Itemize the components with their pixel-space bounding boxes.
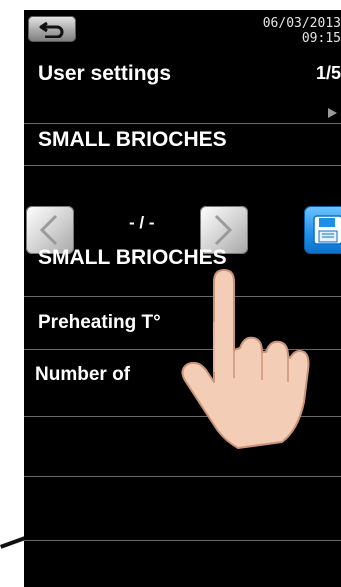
separator	[24, 540, 341, 541]
chevron-right-icon	[214, 214, 233, 246]
save-button[interactable]	[304, 206, 341, 254]
floppy-disk-icon	[313, 215, 341, 245]
preheating-temp-label[interactable]: Preheating T°	[38, 312, 161, 334]
device-frame: 06/03/2013 09:15 User settings 1/5 SMALL…	[0, 0, 341, 587]
separator	[24, 123, 341, 124]
time-text: 09:15	[301, 31, 341, 46]
page-indicator: 1/5	[315, 63, 341, 83]
back-arrow-icon	[39, 21, 64, 38]
separator	[24, 165, 341, 166]
chevron-left-icon	[39, 214, 58, 246]
date-text: 06/03/2013	[262, 16, 341, 31]
play-arrow-icon[interactable]	[328, 108, 337, 118]
separator	[24, 476, 341, 477]
hand-pointer-icon	[181, 269, 310, 449]
number-of-label[interactable]: Number of	[35, 364, 130, 386]
datetime: 06/03/2013 09:15	[263, 16, 341, 46]
back-button[interactable]	[28, 16, 76, 42]
program-navigator-value: - / -	[129, 213, 155, 232]
program-name: SMALL BRIOCHES	[38, 128, 227, 151]
page-title: User settings	[38, 62, 172, 85]
